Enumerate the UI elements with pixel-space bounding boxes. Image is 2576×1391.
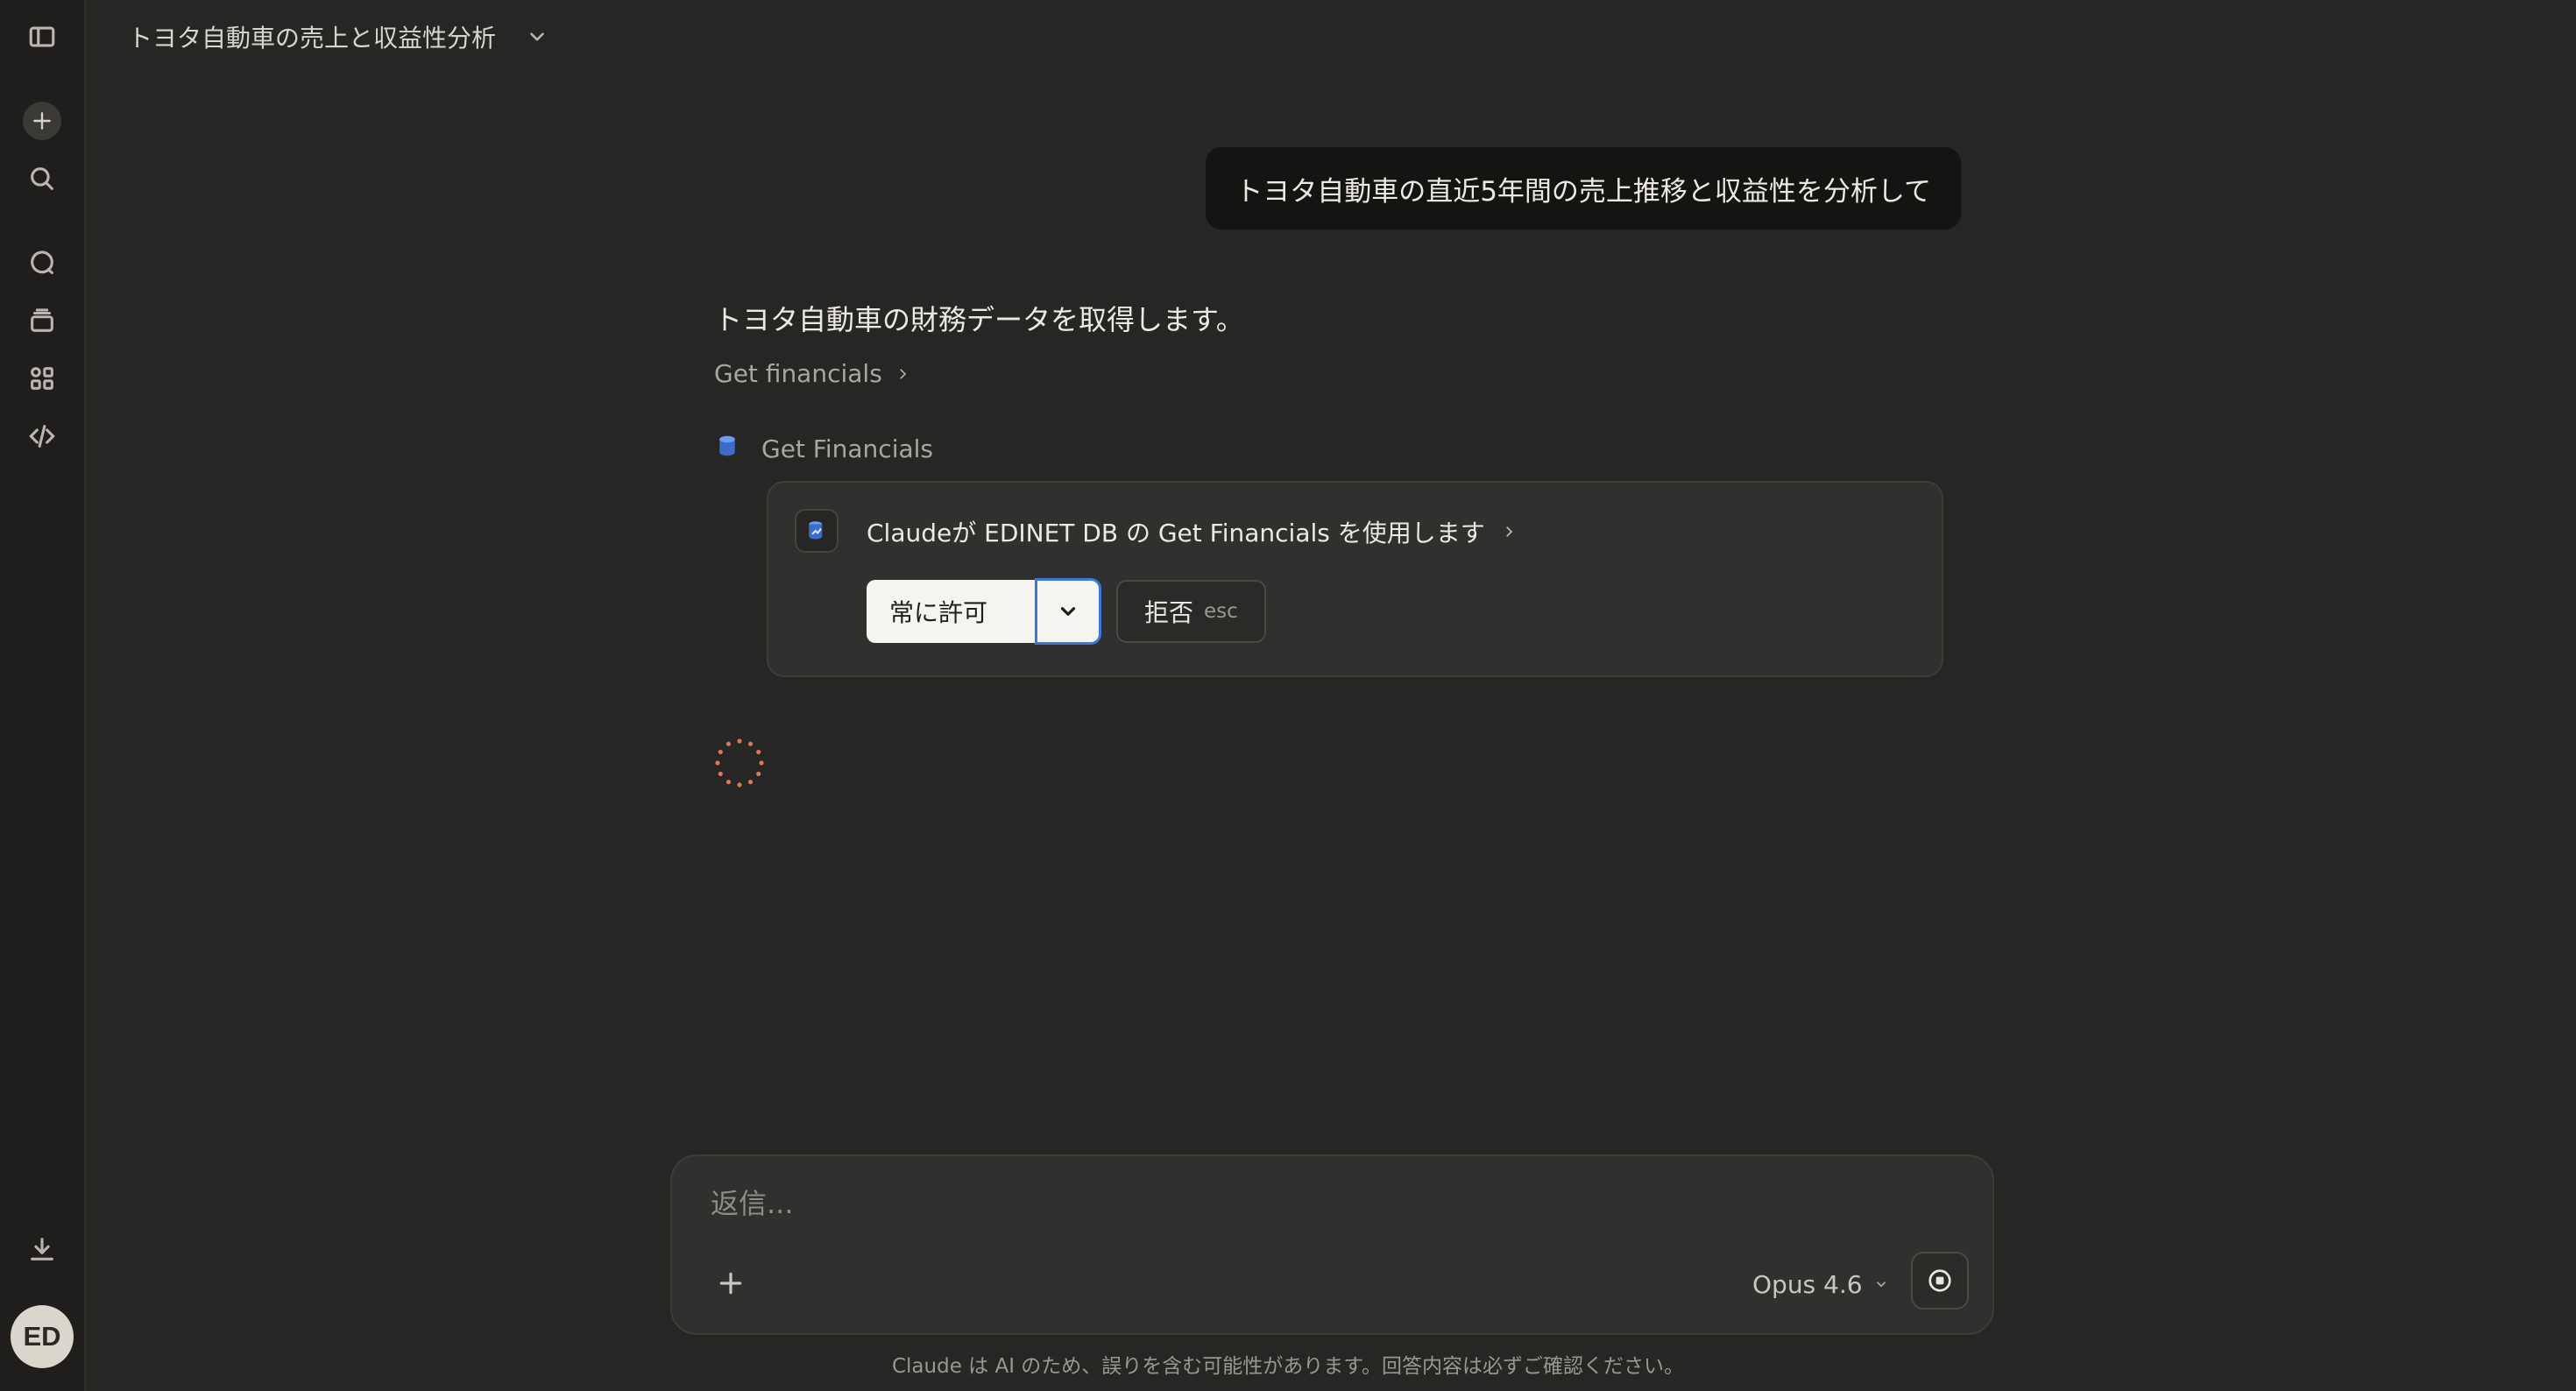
code-button[interactable] [21,415,63,457]
permission-card: Claudeが EDINET DB の Get Financials を使用しま… [767,481,1943,677]
sidebar: ED [0,0,86,1391]
chevron-right-icon [899,368,907,379]
deny-shortcut-hint: esc [1204,600,1238,623]
deny-label: 拒否 [1144,598,1194,627]
download-icon [31,1238,53,1260]
plus-icon [33,112,51,130]
permission-details-toggle[interactable]: Claudeが EDINET DB の Get Financials を使用しま… [867,514,1517,549]
chat-bubble-icon [31,251,53,274]
chevron-down-icon [1060,607,1076,616]
always-allow-button[interactable]: 常に許可 [867,580,1035,643]
database-chart-icon [795,509,839,553]
reply-input[interactable] [709,1186,1764,1221]
conversation-title-button[interactable]: トヨタ自動車の売上と収益性分析 [128,18,548,56]
sidebar-toggle-button[interactable] [21,16,63,58]
user-message: トヨタ自動車の直近5年間の売上推移と収益性を分析して [1206,147,1961,229]
add-attachment-button[interactable] [709,1261,753,1305]
chevron-right-icon [1505,526,1513,537]
chevron-down-icon [530,32,544,41]
new-chat-button[interactable] [23,102,61,140]
sidebar-panel-icon [29,26,55,47]
database-icon [714,433,740,465]
assistant-message-text: トヨタ自動車の財務データを取得します。 [714,303,1244,336]
always-allow-label: 常に許可 [889,598,988,627]
search-icon [31,167,53,190]
tool-call-header: Get Financials [714,433,933,465]
permission-title: Claudeが EDINET DB の Get Financials を使用しま… [867,519,1485,547]
disclaimer: Claude は AI のため、誤りを含む可能性があります。回答内容は必ずご確認… [891,1355,1685,1378]
stop-icon [1928,1269,1951,1292]
loading-spinner-icon [715,738,764,787]
composer: Opus 4.6 [670,1154,1994,1335]
user-message-text: トヨタ自動車の直近5年間の売上推移と収益性を分析して [1235,175,1931,208]
chevron-down-icon [1876,1282,1886,1288]
page-title: トヨタ自動車の売上と収益性分析 [128,24,497,53]
stop-button[interactable] [1911,1252,1969,1310]
chats-button[interactable] [21,242,63,284]
download-button[interactable] [21,1228,63,1270]
deny-button[interactable]: 拒否 esc [1116,580,1266,643]
tool-name: Get Financials [761,434,933,463]
model-selector[interactable]: Opus 4.6 [1752,1265,1889,1303]
plus-icon [719,1272,742,1295]
search-button[interactable] [21,158,63,200]
code-icon [29,425,55,448]
projects-button[interactable] [21,300,63,342]
get-financials-toggle[interactable]: Get financials [714,359,910,388]
folder-stack-icon [31,308,53,332]
tool-link-label: Get financials [714,359,882,388]
artifacts-button[interactable] [21,357,63,399]
allow-options-dropdown[interactable] [1035,578,1101,645]
model-label: Opus 4.6 [1752,1269,1863,1299]
grid-shapes-icon [31,367,53,390]
